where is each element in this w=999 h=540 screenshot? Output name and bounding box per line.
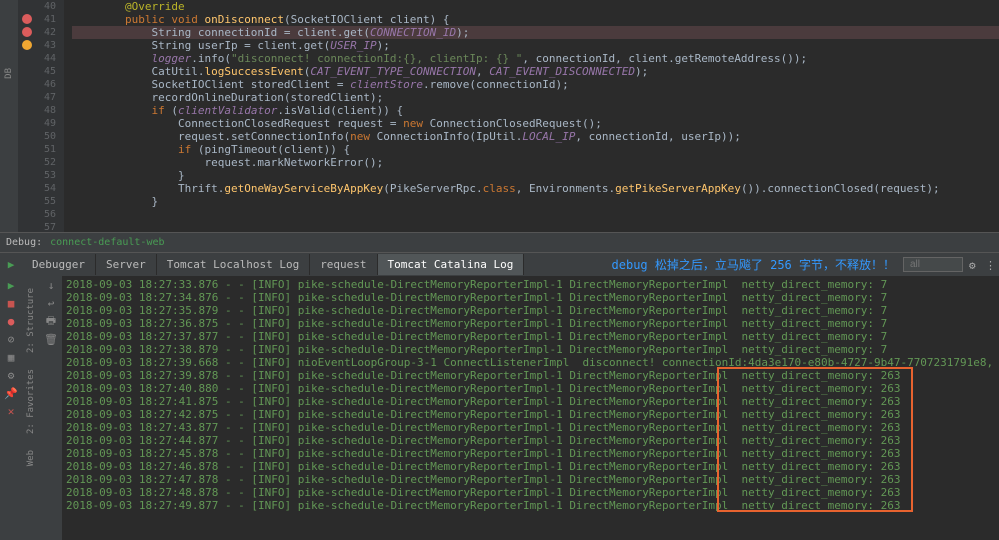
code-line[interactable]: if (pingTimeout(client)) { [72, 143, 999, 156]
intention-bulb-icon[interactable] [22, 40, 32, 50]
line-number[interactable]: 44 [18, 52, 56, 65]
log-line[interactable]: 2018-09-03 18:27:49.877 - - [INFO] pike-… [66, 499, 995, 512]
debug-tab[interactable]: Tomcat Localhost Log [157, 254, 310, 275]
line-number[interactable]: 56 [18, 208, 56, 221]
clear-icon[interactable]: 🗑 [44, 332, 58, 346]
code-line[interactable]: String userIp = client.get(USER_IP); [72, 39, 999, 52]
code-line[interactable]: if (clientValidator.isValid(client)) { [72, 104, 999, 117]
code-line[interactable]: recordOnlineDuration(storedClient); [72, 91, 999, 104]
stop-icon[interactable]: ■ [4, 296, 18, 310]
line-number[interactable]: 57 [18, 221, 56, 232]
log-line[interactable]: 2018-09-03 18:27:45.878 - - [INFO] pike-… [66, 447, 995, 460]
breakpoint-icon[interactable] [22, 27, 32, 37]
debug-tab[interactable]: Server [96, 254, 157, 275]
line-number[interactable]: 45 [18, 65, 56, 78]
line-number[interactable]: 46 [18, 78, 56, 91]
db-tool[interactable]: DB [4, 68, 14, 79]
settings-icon[interactable]: ⋮ [985, 259, 997, 271]
code-line[interactable]: request.markNetworkError(); [72, 156, 999, 169]
favorites-tool[interactable]: 2: Favorites [26, 369, 36, 434]
log-line[interactable]: 2018-09-03 18:27:48.878 - - [INFO] pike-… [66, 486, 995, 499]
breakpoint-icon[interactable] [22, 14, 32, 24]
log-line[interactable]: 2018-09-03 18:27:34.876 - - [INFO] pike-… [66, 291, 995, 304]
scroll-to-end-icon[interactable]: ↓ [44, 278, 58, 292]
code-line[interactable]: String connectionId = client.get(CONNECT… [72, 26, 999, 39]
log-line[interactable]: 2018-09-03 18:27:42.875 - - [INFO] pike-… [66, 408, 995, 421]
code-line[interactable]: logger.info("disconnect! connectionId:{}… [72, 52, 999, 65]
line-number[interactable]: 48 [18, 104, 56, 117]
code-editor[interactable]: @Override public void onDisconnect(Socke… [64, 0, 999, 232]
debug-label: Debug: [6, 237, 42, 248]
log-line[interactable]: 2018-09-03 18:27:41.875 - - [INFO] pike-… [66, 395, 995, 408]
debug-tab[interactable]: Tomcat Catalina Log [378, 254, 525, 275]
line-number[interactable]: 47 [18, 91, 56, 104]
console-controls: ↓ ↩ 🖶 🗑 [40, 276, 62, 540]
log-line[interactable]: 2018-09-03 18:27:36.875 - - [INFO] pike-… [66, 317, 995, 330]
log-line[interactable]: 2018-09-03 18:27:38.879 - - [INFO] pike-… [66, 343, 995, 356]
line-number[interactable]: 54 [18, 182, 56, 195]
close-icon[interactable]: ✕ [4, 404, 18, 418]
line-number[interactable]: 49 [18, 117, 56, 130]
log-line[interactable]: 2018-09-03 18:27:39.878 - - [INFO] pike-… [66, 369, 995, 382]
code-line[interactable]: public void onDisconnect(SocketIOClient … [72, 13, 999, 26]
line-number[interactable]: 51 [18, 143, 56, 156]
web-tool[interactable]: Web [26, 450, 36, 466]
mute-breakpoints-icon[interactable]: ⊘ [4, 332, 18, 346]
code-line[interactable]: Thrift.getOneWayServiceByAppKey(PikeServ… [72, 182, 999, 195]
log-line[interactable]: 2018-09-03 18:27:43.877 - - [INFO] pike-… [66, 421, 995, 434]
debug-controls-col: ▶ [0, 258, 22, 272]
debug-tabs-row: ▶ DebuggerServerTomcat Localhost Logrequ… [0, 252, 999, 276]
user-annotation: debug 松掉之后，立马飚了 256 字节，不释放！！ [612, 256, 899, 273]
code-line[interactable]: CatUtil.logSuccessEvent(CAT_EVENT_TYPE_C… [72, 65, 999, 78]
view-breakpoints-icon[interactable]: ● [4, 314, 18, 328]
log-line[interactable]: 2018-09-03 18:27:46.878 - - [INFO] pike-… [66, 460, 995, 473]
code-line[interactable]: SocketIOClient storedClient = clientStor… [72, 78, 999, 91]
tool-window-bar-left-lower: 2: Structure 2: Favorites Web [22, 276, 40, 540]
console-wrap: ▶ ■ ● ⊘ ▦ ⚙ 📌 ✕ 2: Structure 2: Favorite… [0, 276, 999, 540]
code-line[interactable]: @Override [72, 0, 999, 13]
debug-tab[interactable]: Debugger [22, 254, 96, 275]
filter-icon[interactable]: ⚙ [969, 259, 981, 271]
log-line[interactable]: 2018-09-03 18:27:47.878 - - [INFO] pike-… [66, 473, 995, 486]
line-number[interactable]: 55 [18, 195, 56, 208]
log-line[interactable]: 2018-09-03 18:27:39.668 - - [INFO] nioEv… [66, 356, 995, 369]
code-line[interactable]: } [72, 169, 999, 182]
resume-icon[interactable]: ▶ [4, 278, 18, 292]
line-number[interactable]: 53 [18, 169, 56, 182]
pin-icon[interactable]: 📌 [4, 386, 18, 400]
editor-area: DB 4041424344454647484950515253545556575… [0, 0, 999, 232]
code-line[interactable]: request.setConnectionInfo(new Connection… [72, 130, 999, 143]
log-filter-input[interactable] [903, 257, 963, 272]
line-number[interactable]: 52 [18, 156, 56, 169]
code-line[interactable]: } [72, 195, 999, 208]
debug-run-controls: ▶ ■ ● ⊘ ▦ ⚙ 📌 ✕ [0, 276, 22, 540]
print-icon[interactable]: 🖶 [44, 314, 58, 328]
log-line[interactable]: 2018-09-03 18:27:40.880 - - [INFO] pike-… [66, 382, 995, 395]
structure-tool[interactable]: 2: Structure [26, 288, 36, 353]
log-line[interactable]: 2018-09-03 18:27:37.877 - - [INFO] pike-… [66, 330, 995, 343]
rerun-icon[interactable]: ▶ [4, 258, 18, 272]
settings-icon[interactable]: ⚙ [4, 368, 18, 382]
code-line[interactable]: ConnectionClosedRequest request = new Co… [72, 117, 999, 130]
soft-wrap-icon[interactable]: ↩ [44, 296, 58, 310]
debug-session-name[interactable]: connect-default-web [50, 237, 164, 248]
editor-gutter[interactable]: 40414243444546474849505152535455565758 [18, 0, 64, 232]
line-number[interactable]: 50 [18, 130, 56, 143]
layout-icon[interactable]: ▦ [4, 350, 18, 364]
log-line[interactable]: 2018-09-03 18:27:44.877 - - [INFO] pike-… [66, 434, 995, 447]
log-line[interactable]: 2018-09-03 18:27:35.879 - - [INFO] pike-… [66, 304, 995, 317]
tool-window-bar-left: DB [0, 0, 18, 232]
line-number[interactable]: 40 [18, 0, 56, 13]
log-line[interactable]: 2018-09-03 18:27:33.876 - - [INFO] pike-… [66, 278, 995, 291]
console-output[interactable]: 2018-09-03 18:27:33.876 - - [INFO] pike-… [62, 276, 999, 540]
debug-tab[interactable]: request [310, 254, 377, 275]
debug-status-bar: Debug: connect-default-web [0, 232, 999, 252]
